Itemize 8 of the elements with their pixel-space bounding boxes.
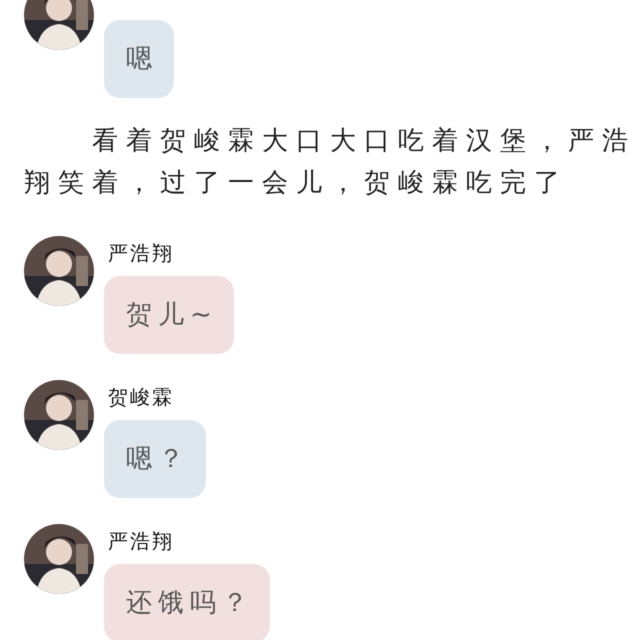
sender-name: 严浩翔 — [108, 528, 175, 554]
sender-name: 严浩翔 — [108, 240, 175, 266]
sender-name: 贺峻霖 — [108, 384, 175, 410]
message-bubble: 嗯？ — [104, 420, 206, 498]
message-bubble: 贺儿~ — [104, 276, 234, 354]
message-bubble: 还饿吗？ — [104, 564, 270, 640]
narration-text: 看着贺峻霖大口大口吃着汉堡，严浩翔笑着，过了一会儿，贺峻霖吃完了 — [24, 125, 637, 200]
message-bubble: 嗯 — [104, 20, 174, 98]
